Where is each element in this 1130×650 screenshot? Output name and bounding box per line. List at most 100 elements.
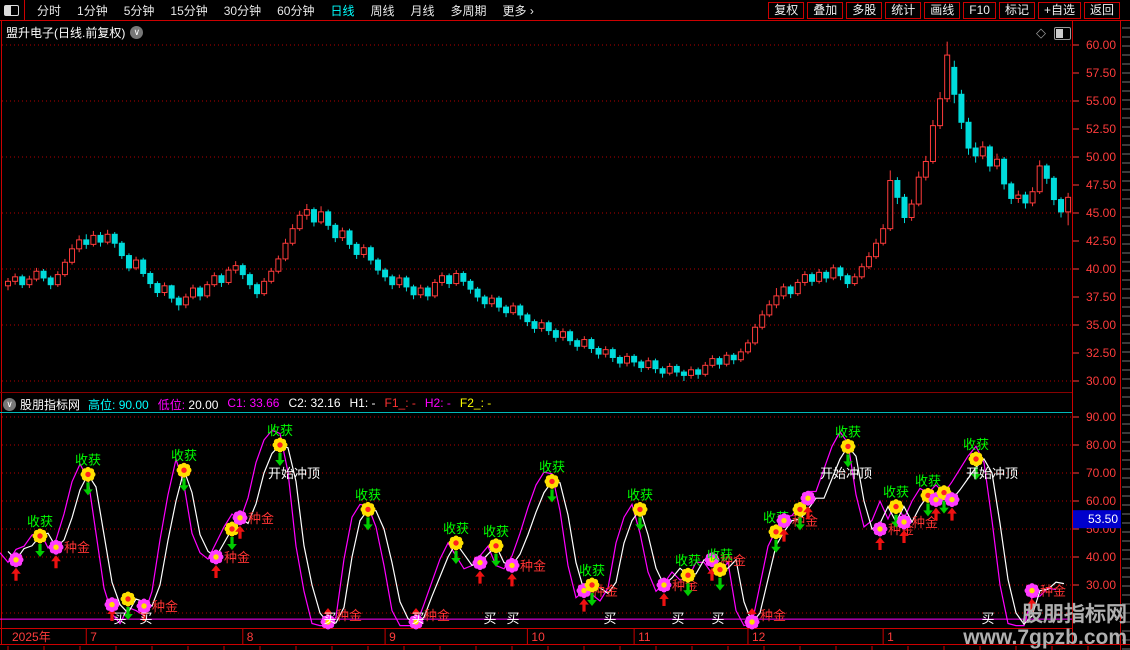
menu-item[interactable]: 多周期 [443,2,495,19]
svg-text:53.50: 53.50 [1088,512,1118,526]
svg-text:种金: 种金 [912,515,938,530]
menu-item[interactable]: 30分钟 [216,2,269,19]
menu-item[interactable]: 1分钟 [69,2,116,19]
svg-text:种金: 种金 [520,558,546,573]
svg-text:57.50: 57.50 [1086,66,1116,80]
svg-text:买: 买 [483,611,496,626]
menu-item[interactable]: 60分钟 [269,2,322,19]
chart-svg: 60.00 57.50 55.00 52.50 50.00 47.50 45.00 42.50… [0,0,1130,650]
svg-text:1: 1 [887,630,894,644]
chevron-down-icon[interactable]: ∨ [130,26,144,39]
svg-text:收获: 收获 [443,521,469,536]
svg-text:收获: 收获 [883,485,909,500]
indicator-current-value: 53.50 [1073,510,1121,529]
watermark-line2: www.7gpzb.com [963,626,1127,649]
svg-text:40.00: 40.00 [1086,550,1116,564]
svg-text:收获: 收获 [355,487,381,502]
svg-text:70.00: 70.00 [1086,466,1116,480]
harvest-flower-icon: 收获 [75,452,101,496]
svg-text:种金: 种金 [424,608,450,623]
svg-text:80.00: 80.00 [1086,438,1116,452]
menu-item[interactable]: 分时 [29,2,69,19]
svg-text:55.00: 55.00 [1086,94,1116,108]
svg-text:收获: 收获 [75,452,101,467]
svg-text:收获: 收获 [579,563,605,578]
harvest-flower-icon: 收获 [483,524,509,567]
plant-flower-icon: 种金 [656,577,698,606]
indicator-param: H1: - [349,396,376,410]
svg-text:50.00: 50.00 [1086,150,1116,164]
menu-item[interactable]: 月线 [403,2,443,19]
svg-text:40.00: 40.00 [1086,262,1116,276]
svg-text:收获: 收获 [171,448,197,463]
mark-diamond-icon[interactable]: ◇ [1036,25,1046,41]
svg-text:30.00: 30.00 [1086,578,1116,592]
svg-text:买: 买 [323,611,336,626]
toolbar-button[interactable]: 多股 [846,1,883,19]
menu-item[interactable]: 周线 [362,2,402,19]
indicator-param: C2: 32.16 [288,396,341,410]
svg-text:种金: 种金 [152,599,178,614]
toolbar-button[interactable]: F10 [963,1,996,19]
menu-item[interactable]: 15分钟 [162,2,215,19]
svg-text:11: 11 [638,630,651,644]
harvest-flower-icon [224,521,240,550]
svg-text:收获: 收获 [267,423,293,438]
svg-text:买: 买 [113,611,126,626]
svg-text:买: 买 [506,611,519,626]
indicator-param: 低位: 20.00 [157,398,219,412]
svg-text:7: 7 [90,630,97,644]
svg-text:32.50: 32.50 [1086,346,1116,360]
signal-markers: 收获种金收获种金收获种金种金收获种金收获种金收获 收获种金收获种金收获收获种金收获… [8,423,1066,630]
period-menu: 分时 1分钟 5分钟 15分钟 30分钟 60分钟 日线 周线 月线 多周期 更多 › [29,2,542,19]
toolbar-button[interactable]: +自选 [1037,1,1081,19]
svg-text:买: 买 [139,611,152,626]
menu-item[interactable]: 日线 [322,2,362,19]
plant-flower-icon: 种金 [504,557,546,587]
watermark-line1: 股朋指标网 [1022,603,1127,626]
svg-text:2025年: 2025年 [12,630,51,644]
indicator-name: 股朋指标网 [20,398,81,412]
indicator-chevron-icon[interactable]: ∨ [3,398,16,411]
svg-text:52.50: 52.50 [1086,122,1116,136]
toolbar-button[interactable]: 复权 [768,1,805,19]
indicator-param: F2_: - [459,396,492,410]
svg-text:种金: 种金 [792,514,818,529]
toolbar-buttons: 复权 叠加 多股 统计 画线 F10 标记 +自选 返回 [765,1,1130,19]
toolbar-button[interactable]: 标记 [998,1,1035,19]
toolbar-button[interactable]: 统计 [885,1,922,19]
svg-text:60.00: 60.00 [1086,38,1116,52]
svg-text:60.00: 60.00 [1086,494,1116,508]
price-axis-labels: 60.00 57.50 55.00 52.50 50.00 47.50 45.00 42.50… [1073,38,1116,388]
svg-text:买: 买 [603,611,616,626]
svg-text:种金: 种金 [224,550,250,565]
svg-text:种金: 种金 [1040,584,1066,599]
stock-title-bar: 盟升电子(日线.前复权) ∨ [6,24,144,41]
plant-flower-icon: 种金 [744,608,786,630]
svg-text:种金: 种金 [64,540,90,555]
svg-text:收获: 收获 [27,514,53,529]
panel-toggle-icon[interactable] [4,4,19,16]
svg-text:种金: 种金 [336,608,362,623]
indicator-axis-labels: 90.0080.0070.0060.0050.0040.0030.00 [1073,410,1116,592]
svg-text:收获: 收获 [539,459,565,474]
menu-item[interactable]: 5分钟 [116,2,163,19]
window-split-icon[interactable] [1054,26,1071,40]
toolbar-button[interactable]: 返回 [1083,1,1120,19]
indicator-param: H2: - [424,396,451,410]
plant-flower-icon: 种金 [208,549,250,578]
indicator-param: F1_: - [384,396,416,410]
plant-flower-icon: 种金 [896,514,938,543]
svg-text:种金: 种金 [760,608,786,623]
svg-text:收获: 收获 [963,437,989,452]
svg-text:47.50: 47.50 [1086,178,1116,192]
svg-text:30.00: 30.00 [1086,374,1116,388]
indicator-params: 高位: 90.00 低位: 20.00 C1: 33.66 C2: 32.16 H1: … [88,396,500,413]
svg-text:90.00: 90.00 [1086,410,1116,424]
indicator-param: 高位: 90.00 [88,398,149,412]
svg-text:买: 买 [671,611,684,626]
toolbar-button[interactable]: 画线 [924,1,961,19]
stock-title: 盟升电子(日线.前复权) [6,26,126,40]
toolbar-button[interactable]: 叠加 [807,1,844,19]
menu-item[interactable]: 更多 › [495,2,542,19]
